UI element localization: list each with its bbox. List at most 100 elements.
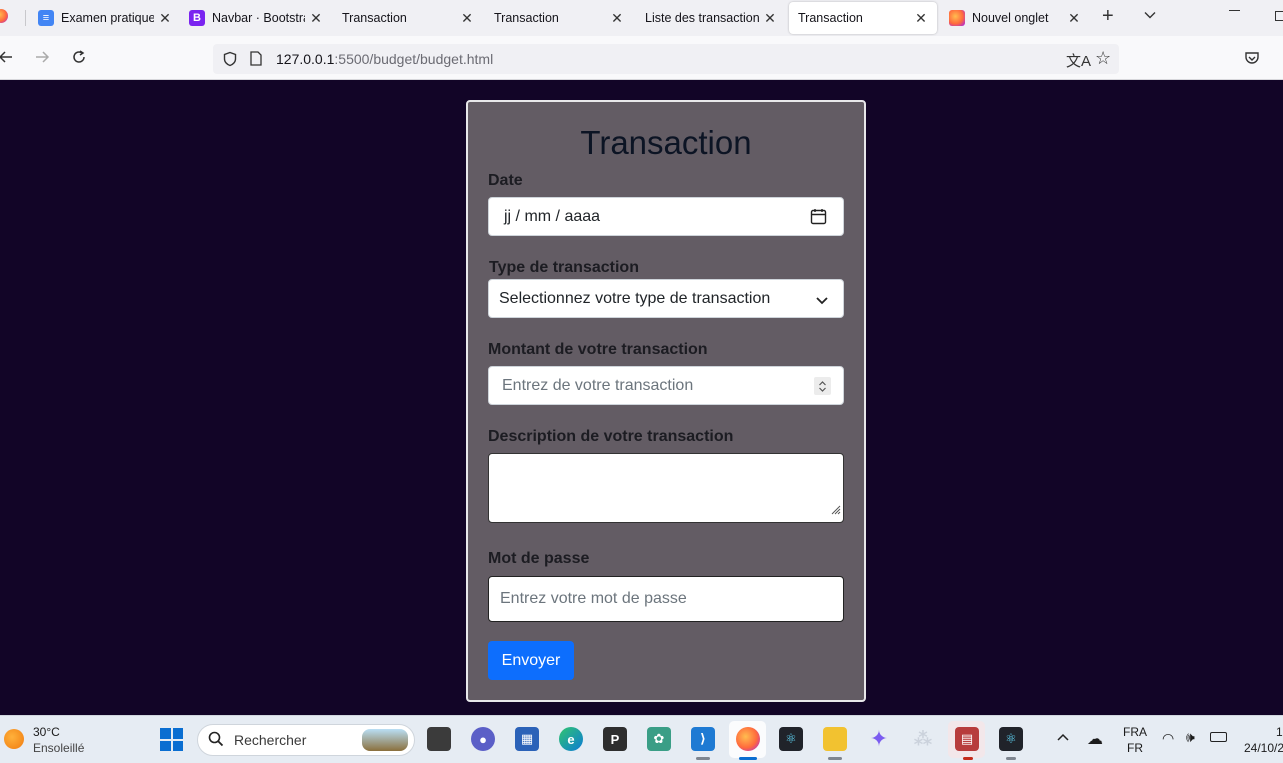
microsoft-store-icon[interactable]: ▦ (515, 727, 539, 751)
date-label: Date (488, 172, 523, 189)
dots-app-icon[interactable]: ⁂ (911, 727, 935, 751)
browser-tab-bar: ≡ Examen pratique ✕ B Navbar · Bootstrap… (0, 0, 1283, 36)
tab-transaction-2[interactable]: Transaction ✕ (494, 2, 624, 34)
input-language-secondary[interactable]: FR (1127, 741, 1143, 755)
close-tab-icon[interactable]: ✕ (309, 10, 323, 27)
show-hidden-icons-chevron-icon[interactable] (1056, 731, 1070, 745)
transaction-type-select[interactable]: Selectionnez votre type de transaction (488, 279, 844, 318)
tab-title: Liste des transactions (645, 11, 759, 25)
password-input[interactable]: Entrez votre mot de passe (488, 576, 844, 622)
number-spinner-icon[interactable] (814, 377, 831, 395)
list-all-tabs-chevron-icon[interactable] (1143, 8, 1157, 26)
search-placeholder: Rechercher (234, 732, 307, 748)
alert-indicator (963, 757, 973, 760)
tab-examen-pratique[interactable]: ≡ Examen pratique ✕ (38, 2, 172, 34)
resize-handle-icon[interactable] (830, 502, 841, 520)
search-icon (208, 731, 224, 750)
taskbar-search-box[interactable]: Rechercher (197, 724, 415, 756)
close-tab-icon[interactable]: ✕ (763, 10, 777, 27)
vscode-icon[interactable]: ⟩ (691, 727, 715, 751)
windows-start-icon[interactable] (160, 728, 183, 751)
new-tab-plus-icon[interactable]: + (1102, 6, 1114, 26)
url-path: :5500/budget/budget.html (334, 51, 494, 67)
running-indicator (1006, 757, 1016, 760)
chatgpt-icon[interactable]: ✿ (647, 727, 671, 751)
bootstrap-icon: B (189, 10, 205, 26)
tab-title: Navbar · Bootstrap (212, 11, 305, 25)
transaction-form-card: Transaction Date jj / mm / aaaa Type de … (466, 100, 866, 702)
forward-arrow-icon[interactable] (34, 49, 50, 69)
date-placeholder: jj / mm / aaaa (504, 207, 601, 225)
tab-title: Transaction (494, 11, 559, 25)
firefox-taskbar-icon[interactable] (736, 727, 760, 751)
amount-input[interactable]: Entrez de votre transaction (488, 366, 844, 405)
page-info-icon[interactable] (250, 51, 264, 67)
password-label: Mot de passe (488, 550, 590, 567)
teams-chat-icon[interactable]: ● (471, 727, 495, 751)
minimize-window-icon[interactable] (1229, 10, 1240, 11)
date-input[interactable]: jj / mm / aaaa (488, 197, 844, 236)
windows-taskbar: 30°C Ensoleillé Rechercher ● ▦ e P ✿ ⟩ ⚛… (0, 715, 1283, 763)
close-tab-icon[interactable]: ✕ (914, 10, 928, 27)
reload-icon[interactable] (71, 49, 87, 69)
tab-title: Examen pratique (61, 11, 154, 25)
tab-title: Transaction (798, 11, 863, 25)
bookmark-star-icon[interactable]: ☆ (1095, 48, 1111, 69)
clock-time[interactable]: 1 (1276, 725, 1283, 739)
weather-sun-icon[interactable] (4, 729, 24, 749)
url-host: 127.0.0.1 (276, 51, 335, 67)
calendar-icon[interactable] (810, 208, 827, 230)
google-docs-icon: ≡ (38, 10, 54, 26)
battery-icon[interactable] (1210, 732, 1227, 742)
firefox-view-icon[interactable] (0, 9, 8, 23)
tab-navbar-bootstrap[interactable]: B Navbar · Bootstrap ✕ (189, 2, 323, 34)
close-tab-icon[interactable]: ✕ (460, 10, 474, 27)
tab-title: Transaction (342, 11, 407, 25)
tracking-protection-shield-icon[interactable] (222, 51, 238, 67)
chevron-down-icon (815, 293, 829, 311)
close-tab-icon[interactable]: ✕ (1067, 10, 1081, 27)
copilot-sparkle-icon[interactable]: ✦ (867, 726, 891, 751)
weather-temperature[interactable]: 30°C (33, 725, 60, 739)
react-app-icon[interactable]: ⚛ (779, 727, 803, 751)
tab-liste-des-transactions[interactable]: Liste des transactions ✕ (645, 2, 777, 34)
transaction-type-selected: Selectionnez votre type de transaction (499, 289, 771, 307)
file-explorer-icon[interactable] (823, 727, 847, 751)
tab-separator (25, 10, 26, 26)
pocket-icon[interactable] (1244, 50, 1260, 70)
weather-description[interactable]: Ensoleillé (33, 741, 84, 755)
firefox-icon (949, 10, 965, 26)
description-label: Description de votre transaction (488, 428, 734, 445)
form-title: Transaction (580, 124, 752, 161)
address-bar[interactable]: 127.0.0.1:5500/budget/budget.html 文A ☆ (213, 44, 1119, 74)
firewall-brick-icon[interactable]: ▤ (955, 727, 979, 751)
tab-title: Nouvel onglet (972, 11, 1049, 25)
wifi-icon[interactable]: ◠ (1162, 730, 1174, 747)
pycharm-icon[interactable]: P (603, 727, 627, 751)
running-indicator (696, 757, 710, 760)
active-indicator (739, 757, 757, 760)
translate-icon[interactable]: 文A (1066, 50, 1091, 71)
amount-placeholder: Entrez de votre transaction (502, 376, 694, 394)
tab-nouvel-onglet[interactable]: Nouvel onglet ✕ (949, 2, 1081, 34)
password-placeholder: Entrez votre mot de passe (500, 590, 687, 607)
back-arrow-icon[interactable] (0, 49, 14, 69)
volume-icon[interactable]: 🕪 (1186, 729, 1195, 746)
maximize-window-icon[interactable] (1275, 11, 1283, 21)
description-textarea[interactable] (488, 453, 844, 523)
browser-navigation-bar: 127.0.0.1:5500/budget/budget.html 文A ☆ (0, 36, 1283, 80)
submit-button[interactable]: Envoyer (488, 641, 574, 680)
close-tab-icon[interactable]: ✕ (610, 10, 624, 27)
react-devtools-icon[interactable]: ⚛ (999, 727, 1023, 751)
tab-transaction-active[interactable]: Transaction ✕ (789, 2, 937, 34)
task-view-icon[interactable] (427, 727, 451, 751)
running-indicator (828, 757, 842, 760)
clock-date[interactable]: 24/10/2 (1244, 741, 1283, 755)
tab-transaction-1[interactable]: Transaction ✕ (342, 2, 474, 34)
page-content: Transaction Date jj / mm / aaaa Type de … (0, 80, 1283, 715)
edge-browser-icon[interactable]: e (559, 727, 583, 751)
input-language-primary[interactable]: FRA (1123, 725, 1147, 739)
amount-label: Montant de votre transaction (488, 341, 708, 358)
close-tab-icon[interactable]: ✕ (158, 10, 172, 27)
onedrive-sync-icon[interactable]: ☁ (1087, 729, 1103, 749)
